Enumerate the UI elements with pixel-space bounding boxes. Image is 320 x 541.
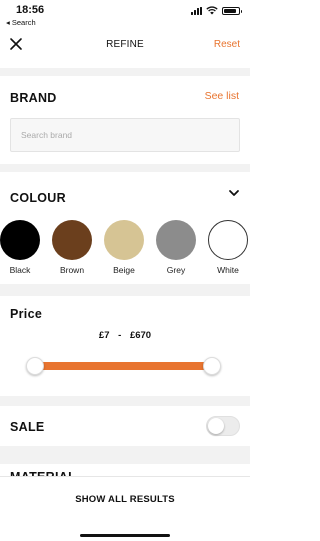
home-indicator bbox=[80, 534, 170, 537]
brand-section: BRAND See list bbox=[0, 76, 250, 164]
chevron-down-icon[interactable] bbox=[228, 188, 240, 198]
section-divider bbox=[0, 284, 250, 296]
price-slider-max-handle[interactable] bbox=[203, 357, 221, 375]
swatch-label-grey: Grey bbox=[166, 265, 186, 275]
section-divider bbox=[0, 164, 250, 172]
page-title: REFINE bbox=[106, 39, 144, 50]
price-title: Price bbox=[10, 307, 43, 321]
price-slider-min-handle[interactable] bbox=[26, 357, 44, 375]
swatch-label-black: Black bbox=[9, 265, 31, 275]
status-bar: 18:56 ◂ Search bbox=[0, 0, 250, 30]
swatch-label-brown: Brown bbox=[59, 265, 85, 275]
price-slider-track[interactable] bbox=[35, 362, 213, 370]
price-range-label: £7 - £670 bbox=[0, 330, 250, 341]
price-min: £7 bbox=[98, 330, 110, 341]
wifi-icon bbox=[206, 6, 218, 15]
swatch-black[interactable] bbox=[0, 220, 40, 260]
section-divider bbox=[0, 396, 250, 406]
swatch-label-beige: Beige bbox=[113, 265, 135, 275]
section-divider bbox=[0, 446, 250, 464]
see-list-link[interactable]: See list bbox=[205, 90, 239, 102]
signal-icon bbox=[191, 6, 202, 15]
price-section: Price £7 - £670 bbox=[0, 296, 250, 396]
brand-title: BRAND bbox=[10, 91, 57, 105]
reset-button[interactable]: Reset bbox=[214, 39, 240, 50]
status-icons bbox=[191, 6, 242, 15]
swatch-white[interactable] bbox=[208, 220, 248, 260]
price-separator: - bbox=[118, 330, 122, 341]
swatch-label-white: White bbox=[217, 265, 239, 275]
section-divider bbox=[0, 68, 250, 76]
brand-search-box bbox=[10, 118, 240, 152]
sale-title: SALE bbox=[10, 420, 45, 434]
status-time: 18:56 bbox=[16, 4, 45, 16]
swatch-grey[interactable] bbox=[156, 220, 196, 260]
brand-search-input[interactable] bbox=[11, 119, 239, 151]
colour-section: COLOUR Black Brown Beige Grey White bbox=[0, 172, 250, 284]
colour-title: COLOUR bbox=[10, 191, 66, 205]
sale-toggle[interactable] bbox=[206, 416, 240, 436]
sale-toggle-knob bbox=[208, 418, 224, 434]
status-back-link[interactable]: ◂ Search bbox=[6, 18, 36, 27]
sale-section: SALE bbox=[0, 406, 250, 446]
battery-icon bbox=[222, 6, 242, 15]
footer-bar: SHOW ALL RESULTS bbox=[0, 476, 250, 541]
swatch-brown[interactable] bbox=[52, 220, 92, 260]
swatch-beige[interactable] bbox=[104, 220, 144, 260]
price-max: £670 bbox=[129, 330, 152, 341]
refine-header: REFINE Reset bbox=[0, 30, 250, 60]
show-all-results-button[interactable]: SHOW ALL RESULTS bbox=[0, 494, 250, 505]
